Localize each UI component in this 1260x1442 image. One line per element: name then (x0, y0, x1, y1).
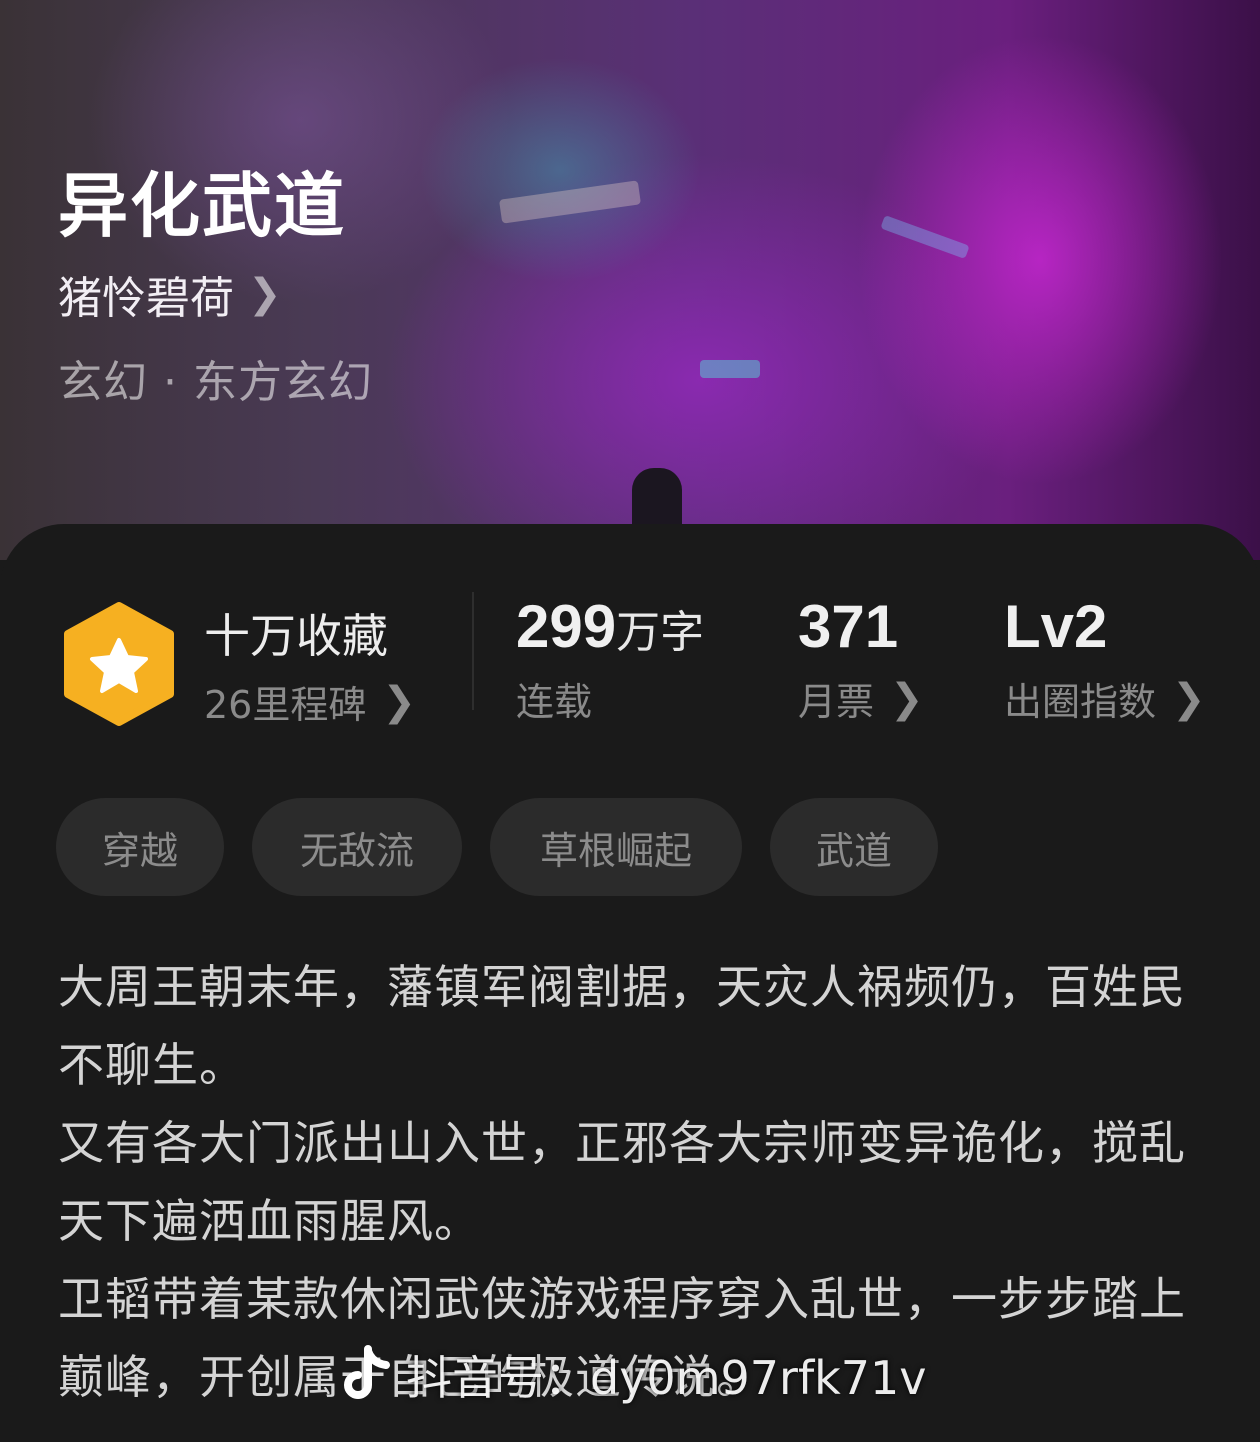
monthly-votes-stat[interactable]: 371 月票 ❯ (798, 592, 924, 726)
collection-label: 十万收藏 (204, 609, 388, 663)
tag-chip[interactable]: 穿越 (56, 798, 224, 896)
popularity-label: 出圈指数 (1004, 680, 1157, 724)
cover-light-streak (700, 360, 760, 378)
tag-chip[interactable]: 武道 (770, 798, 938, 896)
cover-light-streak (499, 180, 641, 224)
word-count-unit: 万字 (616, 607, 705, 658)
douyin-watermark: 抖音号：dy0m97rfk71v (338, 1342, 927, 1408)
watermark-text: 抖音号：dy0m97rfk71v (406, 1351, 927, 1405)
monthly-votes-label: 月票 (798, 680, 875, 724)
cover-light-streak (880, 215, 970, 259)
chevron-right-icon: ❯ (1172, 675, 1206, 722)
stat-divider (472, 592, 474, 710)
popularity-level: Lv2 (1004, 593, 1108, 660)
chevron-right-icon: ❯ (890, 675, 924, 722)
chevron-right-icon: ❯ (248, 271, 282, 317)
tag-chip[interactable]: 草根崛起 (490, 798, 742, 896)
author-link[interactable]: 猪怜碧荷 ❯ (58, 262, 282, 326)
description-paragraph: 又有各大门派出山入世，正邪各大宗师变异诡化，搅乱天下遍洒血雨腥风。 (58, 1116, 1186, 1248)
genre-label: 玄幻 · 东方玄幻 (58, 357, 373, 408)
douyin-logo-icon (344, 1345, 390, 1399)
collection-stat[interactable]: 十万收藏 26里程碑 ❯ (204, 600, 416, 729)
book-title: 异化武道 (58, 164, 346, 247)
monthly-votes-number: 371 (798, 593, 899, 660)
tag-chip[interactable]: 无敌流 (252, 798, 462, 896)
serial-status: 连载 (516, 680, 593, 724)
popularity-stat[interactable]: Lv2 出圈指数 ❯ (1004, 592, 1206, 726)
word-count-stat: 299万字 连载 (516, 592, 704, 726)
description-paragraph: 大周王朝末年，藩镇军阀割据，天灾人祸频仍，百姓民不聊生。 (58, 960, 1186, 1092)
star-hexagon-icon[interactable] (60, 600, 178, 728)
milestone-label: 26里程碑 (204, 683, 367, 727)
word-count-number: 299 (516, 593, 617, 660)
author-name: 猪怜碧荷 (58, 273, 234, 324)
chevron-right-icon: ❯ (382, 678, 416, 725)
